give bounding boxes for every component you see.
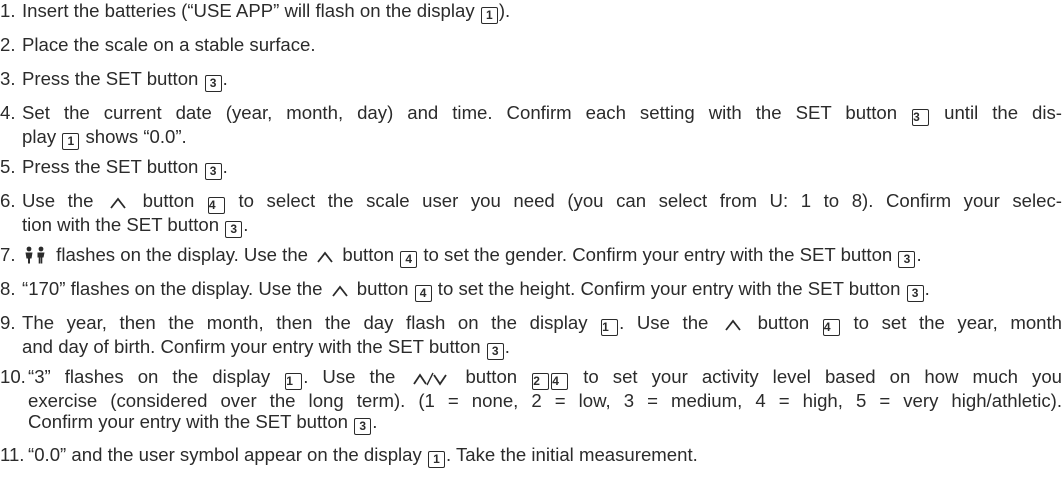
ref-badge-set-button: 3 <box>354 418 372 435</box>
step-text: to set the gender. Confirm your entry wi… <box>418 244 898 265</box>
ref-badge-set-button: 3 <box>912 109 930 126</box>
step-10: 10. “3” flashes on the display 1. Use th… <box>0 366 1062 435</box>
ref-badge-set-button: 3 <box>225 221 243 238</box>
step-number: 6. <box>0 190 16 211</box>
step-text: Use the <box>22 190 107 211</box>
step-text: . <box>243 214 249 235</box>
up-arrow-icon <box>724 315 742 336</box>
ref-badge-set-button: 3 <box>906 285 924 302</box>
step-text: . <box>504 336 510 357</box>
step-text: ). <box>498 0 511 21</box>
ref-badge-display: 1 <box>285 373 303 390</box>
step-text: “3” flashes on the display <box>28 366 285 387</box>
step-number: 8. <box>0 278 16 299</box>
step-2: 2. Place the scale on a stable surface. <box>0 34 1062 55</box>
step-9: 9. The year, then the month, then the da… <box>0 312 1062 360</box>
step-text: until the dis- <box>930 102 1062 123</box>
step-text: . Use the <box>303 366 410 387</box>
step-number: 7. <box>0 244 16 265</box>
step-number: 2. <box>0 34 16 55</box>
step-text: and day of birth. Confirm your entry wit… <box>22 336 486 357</box>
up-arrow-icon <box>109 193 127 214</box>
ref-badge-display: 1 <box>427 451 445 468</box>
step-6: 6. Use the button 4 to select the scale … <box>0 190 1062 238</box>
step-7: 7. flashes on the display. Use the butto… <box>0 244 1062 268</box>
step-number: 11. <box>0 444 25 465</box>
step-number: 10. <box>0 366 26 387</box>
step-text: . <box>924 278 930 299</box>
step-text: to set the year, month <box>840 312 1063 333</box>
step-text: . <box>372 411 378 432</box>
ref-badge-set-button: 3 <box>204 163 222 180</box>
step-5: 5. Press the SET button 3. <box>0 156 1062 180</box>
step-text: . <box>222 68 228 89</box>
up-arrow-icon <box>316 247 334 268</box>
ref-badge-display: 1 <box>601 319 619 336</box>
ref-badge-set-button: 3 <box>486 343 504 360</box>
step-number: 3. <box>0 68 16 89</box>
step-text: Confirm your entry with the SET button <box>28 411 354 432</box>
instruction-page: 1. Insert the batteries (“USE APP” will … <box>0 0 1064 489</box>
ref-badge-display: 1 <box>62 133 80 150</box>
step-text: Set the current date (year, month, day) … <box>22 102 912 123</box>
ref-badge-set-button: 3 <box>898 251 916 268</box>
step-text: exercise (considered over the long term)… <box>28 390 1062 411</box>
step-number: 4. <box>0 102 16 123</box>
step-text: play <box>22 126 62 147</box>
step-1: 1. Insert the batteries (“USE APP” will … <box>0 0 1062 24</box>
up-arrow-icon <box>331 281 349 302</box>
step-text: button <box>351 278 414 299</box>
step-8: 8. “170” flashes on the display. Use the… <box>0 278 1062 302</box>
step-text: shows “0.0”. <box>80 126 187 147</box>
gender-icon <box>22 246 48 268</box>
ref-badge-set-button: 3 <box>204 75 222 92</box>
up-down-arrow-icon <box>412 369 448 390</box>
step-text: “170” flashes on the display. Use the <box>22 278 328 299</box>
step-text: to set the height. Confirm your entry wi… <box>432 278 906 299</box>
ref-badge-up-button: 4 <box>414 285 432 302</box>
step-text: The year, then the month, then the day f… <box>22 312 601 333</box>
step-11: 11. “0.0” and the user symbol appear on … <box>0 444 1062 468</box>
step-number: 5. <box>0 156 16 177</box>
ref-badge-display: 1 <box>480 7 498 24</box>
step-4: 4. Set the current date (year, month, da… <box>0 102 1062 150</box>
step-number: 9. <box>0 312 16 333</box>
step-text: Press the SET button <box>22 156 204 177</box>
step-text: Press the SET button <box>22 68 204 89</box>
step-text: flashes on the display. Use the <box>51 244 314 265</box>
ref-badge-down-button: 2 <box>532 373 550 390</box>
step-text: to set your activity level based on how … <box>569 366 1063 387</box>
step-text: tion with the SET button <box>22 214 225 235</box>
step-text: Insert the batteries (“USE APP” will fla… <box>22 0 480 21</box>
step-3: 3. Press the SET button 3. <box>0 68 1062 92</box>
ref-badge-up-button: 4 <box>400 251 418 268</box>
step-text: Place the scale on a stable surface. <box>22 34 316 55</box>
step-text: button <box>451 366 532 387</box>
step-text: button <box>744 312 822 333</box>
ref-badge-up-button: 4 <box>551 373 569 390</box>
step-text: . <box>222 156 228 177</box>
ref-badge-up-button: 4 <box>822 319 840 336</box>
step-text: . Use the <box>619 312 721 333</box>
ref-badge-up-button: 4 <box>207 197 225 214</box>
step-number: 1. <box>0 0 16 21</box>
step-text: . <box>916 244 922 265</box>
step-text: “0.0” and the user symbol appear on the … <box>28 444 427 465</box>
step-text: to select the scale user you need (you c… <box>225 190 1062 211</box>
step-text: button <box>337 244 400 265</box>
step-text: . Take the initial measurement. <box>445 444 698 465</box>
